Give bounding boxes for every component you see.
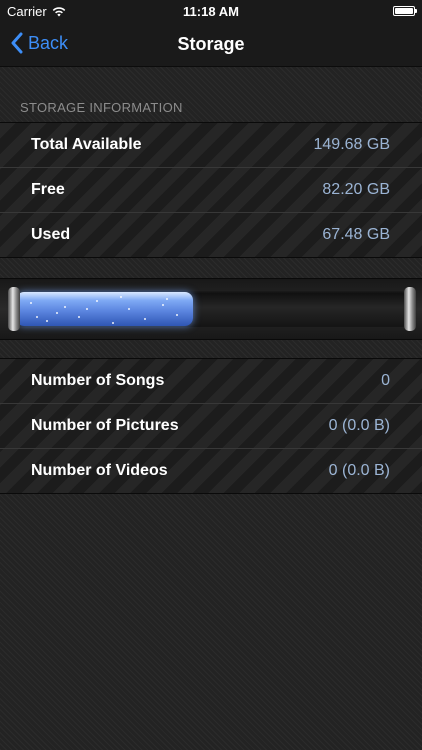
storage-info-group: Total Available 149.68 GB Free 82.20 GB … <box>0 122 422 258</box>
gauge-bubble <box>56 312 58 314</box>
gauge-bubble <box>86 308 88 310</box>
gauge-bubble <box>36 316 38 318</box>
row-value: 82.20 GB <box>322 181 390 198</box>
gauge-bubble <box>78 316 80 318</box>
row-label: Total Available <box>31 136 142 153</box>
media-row-pictures: Number of Pictures 0 (0.0 B) <box>0 404 422 449</box>
storage-row-free: Free 82.20 GB <box>0 168 422 213</box>
gauge-fill <box>16 292 193 326</box>
row-value: 0 <box>381 372 390 389</box>
storage-row-total: Total Available 149.68 GB <box>0 123 422 168</box>
row-label: Number of Videos <box>31 462 168 479</box>
storage-gauge-band <box>0 278 422 340</box>
row-value: 0 (0.0 B) <box>328 417 390 434</box>
navigation-bar: Back Storage <box>0 22 422 67</box>
row-value: 149.68 GB <box>313 136 391 153</box>
media-row-videos: Number of Videos 0 (0.0 B) <box>0 449 422 493</box>
gauge-bubble <box>96 300 98 302</box>
storage-gauge <box>8 287 416 331</box>
row-label: Number of Pictures <box>31 417 179 434</box>
row-value: 67.48 GB <box>322 226 390 243</box>
gauge-bubble <box>144 318 146 320</box>
battery-icon <box>393 6 417 16</box>
storage-row-used: Used 67.48 GB <box>0 213 422 257</box>
gauge-bubble <box>120 296 122 298</box>
gauge-left-cap <box>8 287 20 331</box>
gauge-bubble <box>46 320 48 322</box>
gauge-bubble <box>64 306 66 308</box>
status-time: 11:18 AM <box>183 4 239 19</box>
storage-section-header: STORAGE INFORMATION <box>20 100 183 115</box>
row-value: 0 (0.0 B) <box>328 462 390 479</box>
gauge-bubble <box>30 302 32 304</box>
gauge-bubble <box>128 308 130 310</box>
gauge-bubble <box>112 322 114 324</box>
row-label: Number of Songs <box>31 372 165 389</box>
status-bar: Carrier 11:18 AM <box>0 0 422 22</box>
gauge-right-cap <box>404 287 416 331</box>
gauge-bubble <box>166 298 168 300</box>
page-title: Storage <box>177 34 245 54</box>
media-info-group: Number of Songs 0 Number of Pictures 0 (… <box>0 358 422 494</box>
row-label: Free <box>31 181 65 198</box>
gauge-bubble <box>176 314 178 316</box>
media-row-songs: Number of Songs 0 <box>0 359 422 404</box>
gauge-bubble <box>162 304 164 306</box>
row-label: Used <box>31 226 71 243</box>
